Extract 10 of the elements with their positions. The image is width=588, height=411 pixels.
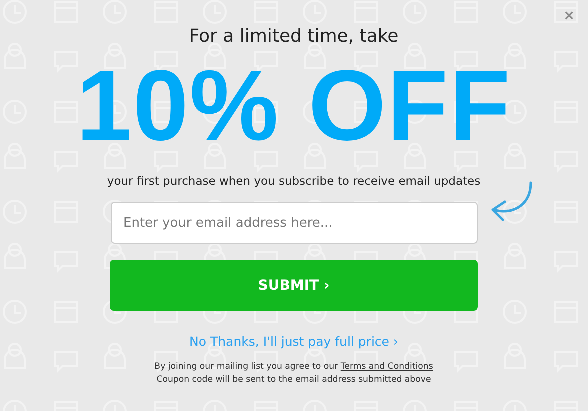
terms-notice: By joining our mailing list you agree to our: [154, 362, 338, 372]
close-button[interactable]: ×: [560, 8, 578, 26]
submit-button[interactable]: SUBMIT ›: [110, 260, 478, 311]
email-field[interactable]: Enter your email address here...: [110, 202, 478, 244]
coupon-note: Coupon code will be sent to the email address submitted above: [156, 374, 432, 387]
decline-link[interactable]: No Thanks, I'll just pay full price ›: [190, 334, 398, 349]
subtitle: your first purchase when you subscribe to receive email updates: [107, 174, 481, 188]
offer-headline: 10% OFF: [76, 56, 512, 156]
terms-link[interactable]: Terms and Conditions: [340, 362, 434, 372]
heading: For a limited time, take: [189, 26, 399, 49]
